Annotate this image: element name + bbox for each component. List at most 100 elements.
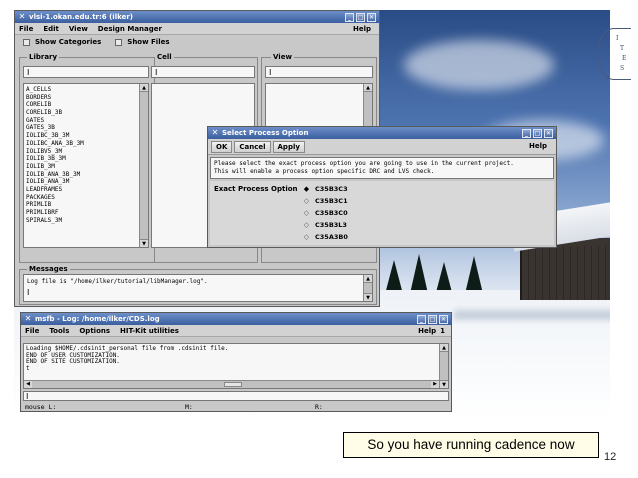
scroll-down-icon[interactable]: ▼ (440, 380, 448, 388)
cell-filter-input[interactable]: I (151, 66, 255, 78)
scroll-up-icon[interactable]: ▲ (364, 275, 372, 283)
library-list-item[interactable]: GATES_3B (26, 124, 137, 132)
process-description: Please select the exact process option y… (210, 157, 554, 179)
log-window-menubar: File Tools Options HIT-Kit utilities Hel… (21, 325, 451, 337)
library-list-item[interactable]: GATES (26, 117, 137, 125)
log-line: t (26, 364, 30, 372)
scroll-right-icon[interactable]: ▶ (431, 381, 439, 388)
library-list-item[interactable]: IOLIBC_ANA_3B_3M (26, 140, 137, 148)
menu-edit[interactable]: Edit (43, 25, 59, 33)
cds-log-window: ✕ msfb - Log: /home/ilker/CDS.log _ □ ✕ … (20, 312, 452, 412)
library-list-item[interactable]: CORELIB_3B (26, 109, 137, 117)
mouse-r-label: R: (315, 403, 323, 411)
library-list-item[interactable]: IOLIB_3B_3M (26, 155, 137, 163)
radio-unselected-icon: ◇ (303, 196, 310, 205)
library-list-item[interactable]: PRIMLIBRF (26, 209, 137, 217)
log-lines: Loading $HOME/.cdsinit_personal file fro… (26, 345, 228, 372)
show-files-checkbox[interactable] (115, 38, 123, 46)
menu-file[interactable]: File (19, 25, 33, 33)
maximize-icon[interactable]: □ (428, 314, 437, 324)
menu-view[interactable]: View (69, 25, 88, 33)
library-list-item[interactable]: IOLIB_ANA_3B_3M (26, 171, 137, 179)
close-icon[interactable]: ✕ (367, 12, 376, 22)
messages-scrollbar[interactable]: ▲ ▼ (363, 275, 372, 301)
description-line: Please select the exact process option y… (214, 160, 514, 167)
messages-area: Log file is "/home/ilker/tutorial/libMan… (23, 274, 373, 302)
process-option-radio[interactable]: ◇ C35A3B0 (302, 232, 348, 242)
library-list-item[interactable]: CORELIB (26, 101, 137, 109)
scroll-thumb[interactable] (224, 382, 242, 387)
cancel-button[interactable]: Cancel (234, 140, 271, 153)
menu-options[interactable]: Options (79, 327, 110, 335)
minimize-icon[interactable]: _ (345, 12, 354, 22)
library-list-item[interactable]: A_CELLS (26, 86, 137, 94)
menu-design-manager[interactable]: Design Manager (98, 25, 162, 33)
radio-selected-icon: ◆ (303, 184, 310, 193)
window-title: vlsi-1.okan.edu.tr:6 (ilker) (29, 13, 133, 21)
library-list-item[interactable]: PRIMLIB (26, 201, 137, 209)
view-filter-input[interactable]: I (265, 66, 373, 78)
show-categories-checkbox[interactable] (23, 38, 30, 46)
library-list-rows: A_CELLS BORDERS CORELIB CORELIB_3B GATES GATE… (26, 86, 137, 224)
maximize-icon[interactable]: □ (533, 128, 542, 138)
minimize-icon[interactable]: _ (417, 314, 426, 324)
scroll-left-icon[interactable]: ◀ (24, 381, 32, 388)
messages-text: Log file is "/home/ilker/tutorial/libMan… (27, 278, 208, 285)
library-list-item[interactable]: BORDERS (26, 94, 137, 102)
help-button[interactable]: Help (525, 141, 551, 153)
view-label: View (271, 53, 294, 61)
menu-help[interactable]: Help (418, 327, 436, 335)
show-options-row: Show Categories Show Files (15, 35, 379, 49)
process-option-radio[interactable]: ◇ C35B3L3 (302, 220, 347, 230)
library-list-item[interactable]: LEADFRAMES (26, 186, 137, 194)
library-manager-titlebar[interactable]: ✕ vlsi-1.okan.edu.tr:6 (ilker) _ □ ✕ (15, 11, 379, 23)
page-number: 1 (440, 326, 445, 335)
menu-tools[interactable]: Tools (49, 327, 69, 335)
menu-hit-kit-utilities[interactable]: HIT-Kit utilities (120, 327, 179, 335)
radio-unselected-icon: ◇ (303, 232, 310, 241)
close-icon[interactable]: ✕ (439, 314, 448, 324)
menu-file[interactable]: File (25, 327, 39, 335)
library-list-item[interactable]: PACKAGES (26, 194, 137, 202)
minimize-icon[interactable]: _ (522, 128, 531, 138)
menu-help[interactable]: Help (353, 25, 371, 33)
library-list-item[interactable]: IOLIB_3M (26, 163, 137, 171)
log-scrollbar[interactable]: ▲ ▼ (439, 344, 448, 388)
dialog-button-row: OK Cancel Apply Help (208, 139, 556, 155)
cadence-x-icon: ✕ (24, 314, 32, 323)
log-window-title: msfb - Log: /home/ilker/CDS.log (35, 315, 160, 323)
description-line: This will enable a process option specif… (214, 168, 435, 175)
library-list-item[interactable]: IOLIBC_3B_3M (26, 132, 137, 140)
process-dialog-titlebar[interactable]: ✕ Select Process Option _ □ ✕ (208, 127, 556, 139)
mouse-m-label: M: (185, 403, 193, 411)
slide-number: 12 (604, 451, 617, 463)
process-option-radio[interactable]: ◇ C35B3C0 (302, 208, 348, 218)
university-seal-fragment: I T E S (597, 28, 631, 80)
radio-unselected-icon: ◇ (303, 220, 310, 229)
library-label: Library (27, 53, 60, 61)
scroll-up-icon[interactable]: ▲ (364, 84, 372, 92)
process-option-radio[interactable]: ◇ C35B3C1 (302, 196, 348, 206)
log-hscrollbar[interactable]: ◀ ▶ (24, 380, 439, 388)
scroll-down-icon[interactable]: ▼ (364, 293, 372, 301)
command-input[interactable]: I (23, 391, 449, 401)
process-option-radio[interactable]: ◆ C35B3C3 (302, 184, 348, 194)
close-icon[interactable]: ✕ (544, 128, 553, 138)
select-process-option-dialog: ✕ Select Process Option _ □ ✕ OK Cancel … (207, 126, 557, 248)
snow-shadow (454, 310, 610, 320)
library-list-item[interactable]: IOLIB_ANA_3M (26, 178, 137, 186)
messages-cursor: I (27, 288, 30, 297)
ok-button[interactable]: OK (211, 140, 233, 153)
library-list-item[interactable]: IOLIBV5_3M (26, 148, 137, 156)
scroll-up-icon[interactable]: ▲ (440, 344, 448, 352)
library-list[interactable]: A_CELLS BORDERS CORELIB CORELIB_3B GATES GATE… (23, 83, 149, 248)
maximize-icon[interactable]: □ (356, 12, 365, 22)
exact-process-option-label: Exact Process Option (214, 185, 298, 193)
log-window-titlebar[interactable]: ✕ msfb - Log: /home/ilker/CDS.log _ □ ✕ (21, 313, 451, 325)
library-filter-input[interactable]: I (23, 66, 149, 78)
slide-caption: So you have running cadence now (343, 432, 599, 458)
process-options-area: Exact Process Option ◆ C35B3C3 ◇ C35B3C1 ◇… (210, 181, 554, 245)
log-output: Loading $HOME/.cdsinit_personal file fro… (23, 343, 449, 389)
library-list-item[interactable]: SPIRALS_3M (26, 217, 137, 225)
apply-button[interactable]: Apply (272, 140, 305, 153)
